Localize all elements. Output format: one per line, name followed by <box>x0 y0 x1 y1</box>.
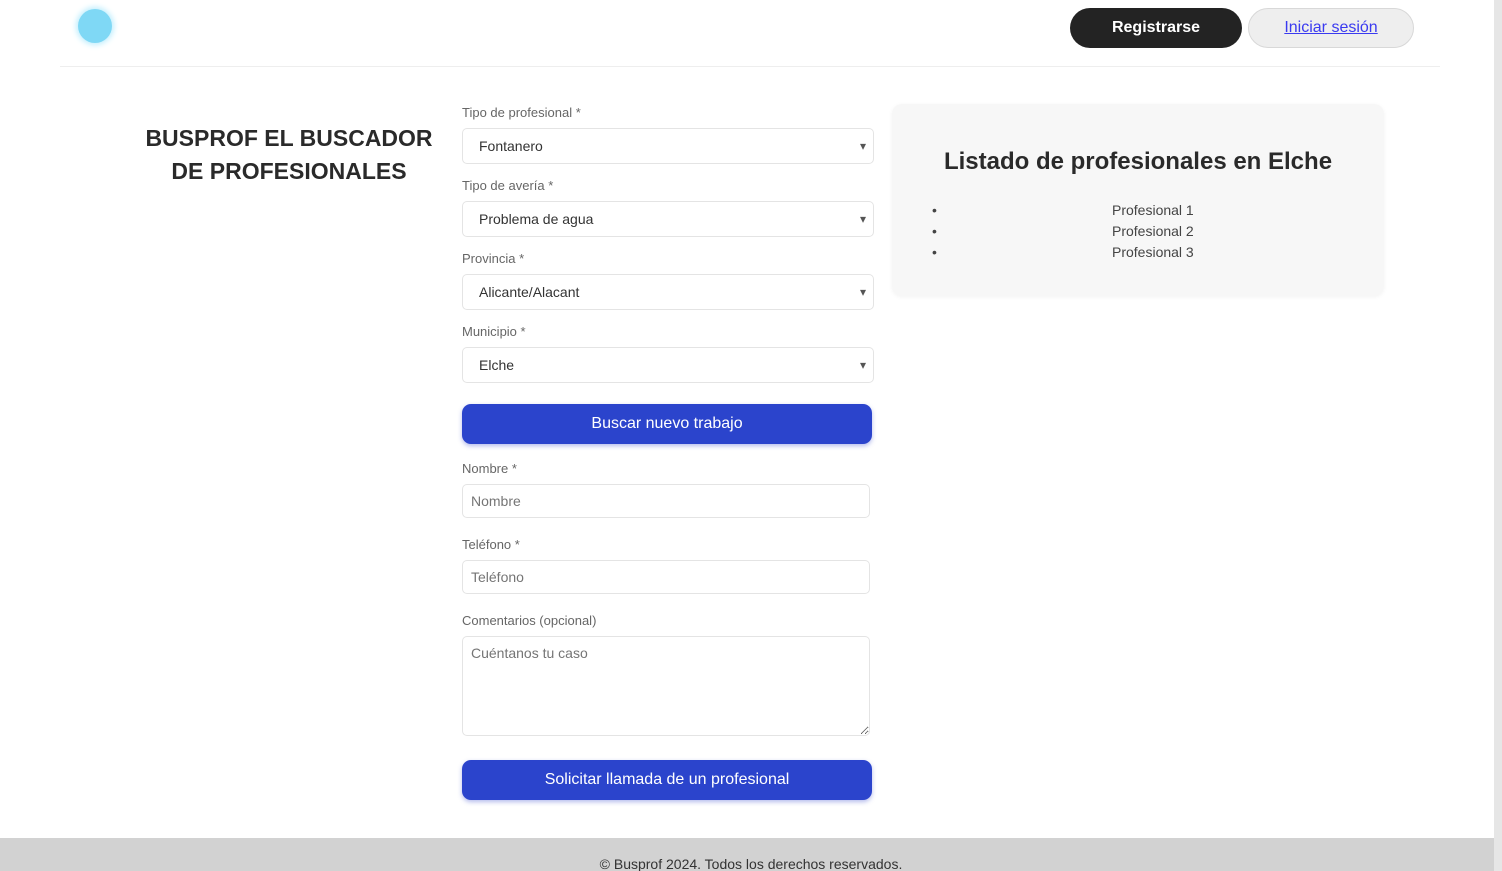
professionals-list: • Profesional 1 • Profesional 2 • Profes… <box>932 200 1352 263</box>
comments-textarea[interactable] <box>462 636 870 736</box>
header-divider <box>60 66 1440 67</box>
profession-label: Tipo de profesional * <box>462 105 581 120</box>
phone-input[interactable] <box>462 560 870 594</box>
province-select-value[interactable]: Alicante/Alacant <box>462 274 874 310</box>
chevron-down-icon: ▾ <box>859 358 866 372</box>
phone-label: Teléfono * <box>462 537 520 552</box>
bullet: • <box>932 202 937 218</box>
professional-name: Profesional 2 <box>1112 223 1194 239</box>
problem-select[interactable]: Problema de agua ▾ <box>462 201 874 237</box>
professional-name: Profesional 3 <box>1112 244 1194 260</box>
professionals-panel: Listado de profesionales en Elche • Prof… <box>892 104 1384 296</box>
header: Registrarse Iniciar sesión <box>0 0 1502 62</box>
page-title: BUSPROF EL BUSCADOR DE PROFESIONALES <box>145 125 433 184</box>
chevron-down-icon: ▾ <box>859 139 866 153</box>
province-label: Provincia * <box>462 251 525 266</box>
municipality-select[interactable]: Elche ▾ <box>462 347 874 383</box>
chevron-down-icon: ▾ <box>859 285 866 299</box>
profession-select[interactable]: Fontanero ▾ <box>462 128 874 164</box>
name-label: Nombre * <box>462 461 517 476</box>
scrollbar[interactable] <box>1494 0 1502 871</box>
list-item: • Profesional 1 <box>932 200 1352 221</box>
bullet: • <box>932 223 937 239</box>
search-button[interactable]: Buscar nuevo trabajo <box>462 404 872 444</box>
register-button[interactable]: Registrarse <box>1070 8 1242 48</box>
profession-select-value[interactable]: Fontanero <box>462 128 874 164</box>
name-input[interactable] <box>462 484 870 518</box>
province-select[interactable]: Alicante/Alacant ▾ <box>462 274 874 310</box>
list-item: • Profesional 3 <box>932 242 1352 263</box>
chevron-down-icon: ▾ <box>859 212 866 226</box>
footer: © Busprof 2024. Todos los derechos reser… <box>0 838 1502 871</box>
bullet: • <box>932 244 937 260</box>
logo-icon[interactable] <box>78 9 112 43</box>
list-item: • Profesional 2 <box>932 221 1352 242</box>
panel-title: Listado de profesionales en Elche <box>943 148 1333 175</box>
request-call-button[interactable]: Solicitar llamada de un profesional <box>462 760 872 800</box>
problem-label: Tipo de avería * <box>462 178 554 193</box>
login-button[interactable]: Iniciar sesión <box>1248 8 1414 48</box>
municipality-label: Municipio * <box>462 324 526 339</box>
problem-select-value[interactable]: Problema de agua <box>462 201 874 237</box>
municipality-select-value[interactable]: Elche <box>462 347 874 383</box>
search-form: Tipo de profesional * Fontanero ▾ Tipo d… <box>462 104 874 800</box>
professional-name: Profesional 1 <box>1112 202 1194 218</box>
footer-text: © Busprof 2024. Todos los derechos reser… <box>599 856 903 871</box>
comments-label: Comentarios (opcional) <box>462 613 597 628</box>
page: Registrarse Iniciar sesión BUSPROF EL BU… <box>0 0 1502 871</box>
